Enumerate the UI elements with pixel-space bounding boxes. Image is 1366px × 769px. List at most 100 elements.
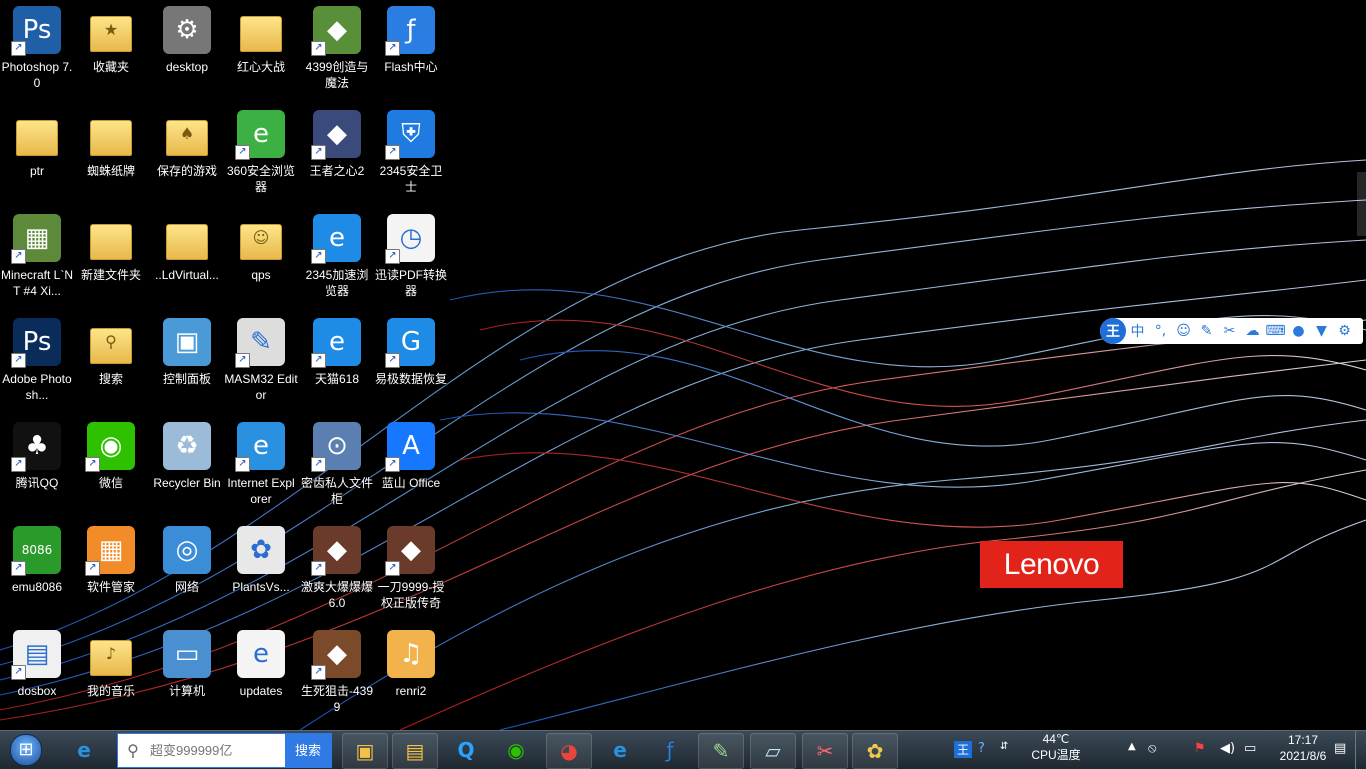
desktop-icon[interactable]: ▤ ↗ dosbox	[0, 624, 74, 728]
shortcut-arrow-icon: ↗	[235, 145, 250, 160]
desktop-icon[interactable]: ♣ ↗ 腾讯QQ	[0, 416, 74, 520]
taskbar-ie-icon[interactable]: e	[62, 733, 106, 767]
game-icon: ◆ ↗	[385, 526, 435, 576]
desktop-icon[interactable]: e ↗ 2345加速浏览器	[300, 208, 374, 312]
volume-icon[interactable]: ◀)	[1220, 741, 1235, 756]
software-manager-icon: ▦ ↗	[85, 526, 135, 576]
desktop-icon[interactable]: e ↗ Internet Explorer	[224, 416, 298, 520]
desktop-icon[interactable]: ◆ ↗ 王者之心2	[300, 104, 374, 208]
desktop-icon[interactable]: ⚲ 搜索	[74, 312, 148, 416]
notes-icon[interactable]: ▱	[750, 733, 796, 769]
desktop-icon[interactable]: ◷ ↗ 迅读PDF转换器	[374, 208, 448, 312]
show-desktop-button[interactable]	[1355, 731, 1366, 769]
desktop-icon[interactable]: 8086 ↗ emu8086	[0, 520, 74, 624]
keyboard-icon[interactable]: ⌨	[1264, 318, 1287, 344]
desktop-icon[interactable]: ▦ ↗ Minecraft L`NT #4 Xi...	[0, 208, 74, 312]
skin-icon[interactable]: ▼	[1310, 318, 1333, 344]
snipping-icon[interactable]: ✂	[802, 733, 848, 769]
file-manager-icon[interactable]: ▣	[342, 733, 388, 769]
desktop-icon[interactable]: Ps ↗ Photoshop 7.0	[0, 0, 74, 104]
network-off-icon[interactable]: ⦸	[1148, 741, 1156, 756]
desktop-icon[interactable]: ⊙ ↗ 密齿私人文件柜	[300, 416, 374, 520]
photoshop-icon: Ps ↗	[11, 318, 61, 368]
search-input[interactable]	[148, 742, 287, 759]
desktop-icon[interactable]: G ↗ 易极数据恢复	[374, 312, 448, 416]
punctuation-icon[interactable]: °,	[1149, 318, 1172, 344]
desktop-icon[interactable]: ✿ PlantsVs...	[224, 520, 298, 624]
desktop-icon-label: 计算机	[168, 684, 205, 698]
ime-tray-icon[interactable]: 王	[954, 741, 973, 758]
handwrite-icon[interactable]: ✎	[1195, 318, 1218, 344]
flash-icon[interactable]: ƒ	[648, 733, 692, 767]
browser-q-icon[interactable]: Q	[444, 733, 488, 767]
action-center-flag-icon[interactable]: ⚑	[1194, 741, 1206, 756]
wechat-icon[interactable]: ◉	[494, 733, 538, 767]
desktop-icon[interactable]: ♠ 保存的游戏	[150, 104, 224, 208]
settings-icon[interactable]: ⚙	[1333, 318, 1356, 344]
search-button[interactable]: 搜索	[285, 734, 331, 767]
shortcut-arrow-icon: ↗	[385, 561, 400, 576]
folder-overlay-symbol: ♪	[105, 644, 117, 663]
shortcut-arrow-icon: ↗	[11, 41, 26, 56]
desktop-icon[interactable]: ptr	[0, 104, 74, 208]
desktop-icon-label: 生死狙击-4399	[300, 684, 374, 714]
browser-ie-icon: e ↗	[311, 318, 361, 368]
desktop-icon[interactable]: ƒ ↗ Flash中心	[374, 0, 448, 104]
notification-icon[interactable]: ▤	[1334, 741, 1346, 756]
search-box[interactable]: ⚲ 搜索	[117, 733, 332, 768]
desktop-icon[interactable]: 蜘蛛纸牌	[74, 104, 148, 208]
desktop-icon[interactable]: 红心大战	[224, 0, 298, 104]
desktop-icon[interactable]: ★ 收藏夹	[74, 0, 148, 104]
desktop-icon[interactable]: 新建文件夹	[74, 208, 148, 312]
ie-icon[interactable]: e	[598, 733, 642, 767]
ime-mode-toggle[interactable]: 中	[1126, 318, 1149, 344]
shortcut-arrow-icon: ↗	[311, 145, 326, 160]
desktop-icon[interactable]: ✎ ↗ MASM32 Editor	[224, 312, 298, 416]
chrome-icon[interactable]: ◕	[546, 733, 592, 769]
shortcut-arrow-icon: ↗	[11, 249, 26, 264]
desktop-icon[interactable]: ▦ ↗ 软件管家	[74, 520, 148, 624]
desktop-icon[interactable]: e ↗ 天猫618	[300, 312, 374, 416]
code-editor-icon[interactable]: ✎	[698, 733, 744, 769]
explorer-icon[interactable]: ▤	[392, 733, 438, 769]
desktop-icon[interactable]: ◆ ↗ 激爽大爆爆爆6.0	[300, 520, 374, 624]
ime-logo[interactable]: 王	[1100, 318, 1126, 344]
desktop-icon[interactable]: e ↗ 360安全浏览器	[224, 104, 298, 208]
emoji-icon[interactable]: ☺	[1172, 318, 1195, 344]
desktop-icon[interactable]: ⛨ ↗ 2345安全卫士	[374, 104, 448, 208]
folder-shape	[166, 224, 208, 260]
desktop-icon[interactable]: ♻ Recycler Bin	[150, 416, 224, 520]
search-icon: ⚲	[127, 741, 139, 760]
scissors-icon[interactable]: ✂	[1218, 318, 1241, 344]
ime-toolbar[interactable]: 王 中 °, ☺ ✎ ✂ ☁ ⌨ ● ▼ ⚙	[1100, 318, 1363, 344]
desktop-icon[interactable]: A ↗ 蓝山 Office	[374, 416, 448, 520]
start-button[interactable]: ⊞	[6, 732, 46, 768]
help-icon[interactable]: ?	[978, 741, 985, 756]
desktop-icon[interactable]: ♫ renri2	[374, 624, 448, 728]
monitor-icon[interactable]: ▭	[1244, 741, 1256, 756]
desktop-icon[interactable]: ♪ 我的音乐	[74, 624, 148, 728]
show-hidden-icons-icon[interactable]: ▲	[1128, 741, 1136, 752]
desktop-icon[interactable]: ▭ 计算机	[150, 624, 224, 728]
scroll-handle[interactable]	[1357, 172, 1366, 236]
cloud-icon[interactable]: ☁	[1241, 318, 1264, 344]
clock[interactable]: 17:17 2021/8/6	[1268, 733, 1338, 763]
cpu-temperature[interactable]: 44℃ CPU温度	[1016, 732, 1096, 763]
desktop-icon[interactable]: ◆ ↗ 4399创造与魔法	[300, 0, 374, 104]
desktop-icon[interactable]: ▣ 控制面板	[150, 312, 224, 416]
desktop-icon[interactable]: ..LdVirtual...	[150, 208, 224, 312]
desktop-icon[interactable]: Ps ↗ Adobe Photosh...	[0, 312, 74, 416]
ime-options-icon[interactable]: ⇵	[1000, 741, 1008, 752]
shortcut-arrow-icon: ↗	[311, 249, 326, 264]
desktop-icon[interactable]: ◎ 网络	[150, 520, 224, 624]
desktop-icon-label: 激爽大爆爆爆6.0	[300, 580, 373, 610]
desktop-icon[interactable]: ☺ qps	[224, 208, 298, 312]
desktop-icon[interactable]: ⚙ desktop	[150, 0, 224, 104]
desktop-icon[interactable]: e updates	[224, 624, 298, 728]
desktop-icon[interactable]: ◆ ↗ 生死狙击-4399	[300, 624, 374, 728]
desktop-icon[interactable]: ◆ ↗ 一刀9999-授权正版传奇	[374, 520, 448, 624]
desktop-icon[interactable]: ◉ ↗ 微信	[74, 416, 148, 520]
paint-icon[interactable]: ✿	[852, 733, 898, 769]
desktop-icon-label: 微信	[98, 476, 123, 490]
user-icon[interactable]: ●	[1287, 318, 1310, 344]
